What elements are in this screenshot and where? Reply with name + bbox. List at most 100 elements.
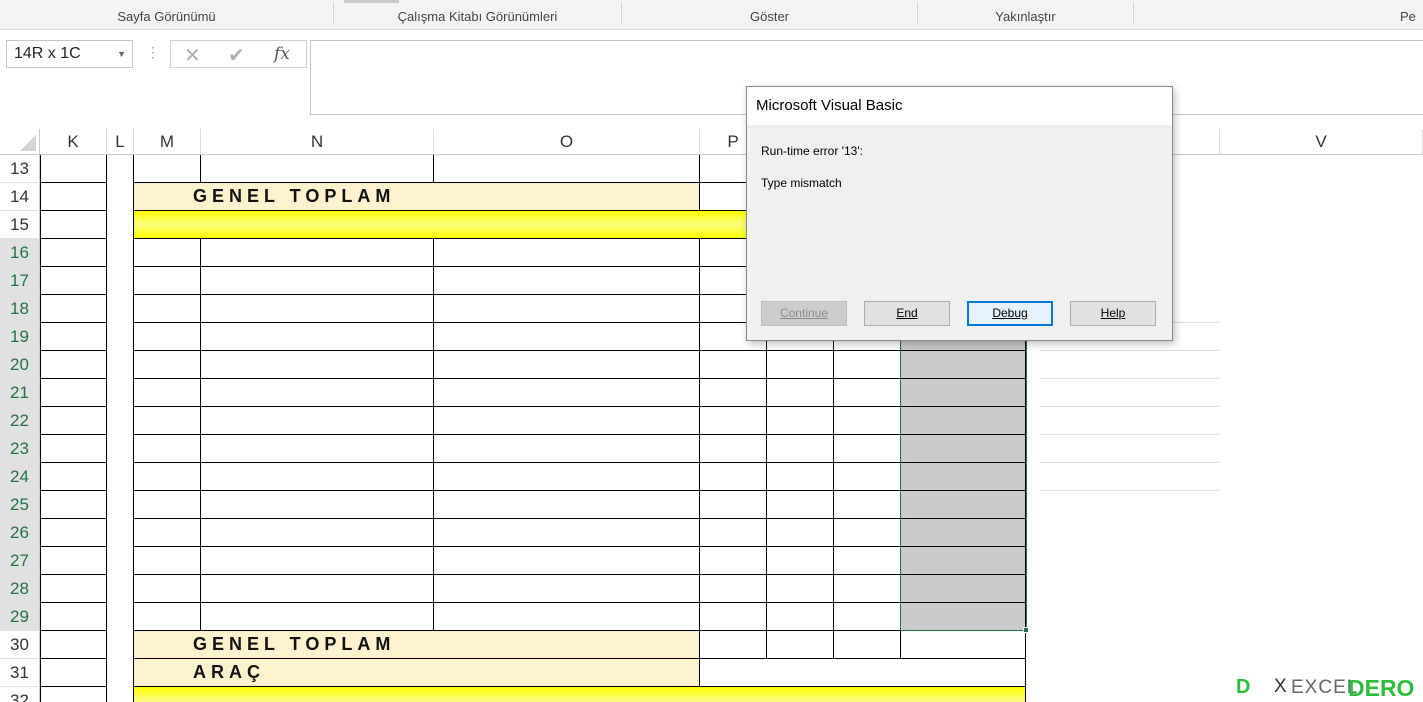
row-header-22[interactable]: 22 [0, 407, 40, 435]
table-cell[interactable] [434, 267, 700, 295]
arac-cell[interactable]: ARAÇ [134, 659, 700, 687]
row-header-14[interactable]: 14 [0, 183, 40, 211]
table-cell[interactable] [434, 435, 700, 463]
row-header-32[interactable]: 32 [0, 687, 40, 702]
table-cell[interactable] [201, 351, 434, 379]
table-cell[interactable] [700, 379, 767, 407]
cell-p30[interactable] [700, 631, 767, 659]
table-cell[interactable] [767, 491, 834, 519]
row-header-29[interactable]: 29 [0, 603, 40, 631]
table-cell[interactable] [201, 323, 434, 351]
enter-icon[interactable]: ✔ [228, 43, 245, 68]
continue-button[interactable]: Continue [761, 301, 847, 326]
genel-toplam-footer-cell[interactable]: GENEL TOPLAM [134, 631, 700, 659]
table-cell[interactable] [767, 379, 834, 407]
cell-k23[interactable] [40, 435, 107, 463]
table-cell[interactable] [434, 547, 700, 575]
table-cell[interactable] [767, 435, 834, 463]
table-cell[interactable] [434, 519, 700, 547]
debug-button[interactable]: Debug [967, 301, 1053, 326]
cell-k20[interactable] [40, 351, 107, 379]
row-header-27[interactable]: 27 [0, 547, 40, 575]
cell-s30[interactable] [901, 631, 1026, 659]
table-cell[interactable] [201, 519, 434, 547]
cell-m13[interactable] [134, 155, 201, 183]
table-cell[interactable] [434, 351, 700, 379]
table-cell[interactable] [700, 407, 767, 435]
yellow-band-row-15[interactable] [134, 211, 767, 239]
table-cell[interactable] [434, 295, 700, 323]
table-cell[interactable] [834, 463, 901, 491]
table-cell[interactable] [700, 547, 767, 575]
cell-k18[interactable] [40, 295, 107, 323]
column-header-l[interactable]: L [107, 129, 134, 155]
table-cell[interactable] [201, 407, 434, 435]
cell-k27[interactable] [40, 547, 107, 575]
select-all-corner[interactable] [0, 129, 40, 155]
row-header-19[interactable]: 19 [0, 323, 40, 351]
table-cell[interactable] [700, 575, 767, 603]
table-cell[interactable] [134, 323, 201, 351]
genel-toplam-header-cell[interactable]: GENEL TOPLAM [134, 183, 700, 211]
column-header-v[interactable]: V [1220, 129, 1423, 155]
table-cell[interactable] [134, 547, 201, 575]
row-header-23[interactable]: 23 [0, 435, 40, 463]
table-cell[interactable] [134, 603, 201, 631]
table-cell[interactable] [134, 351, 201, 379]
row-header-31[interactable]: 31 [0, 659, 40, 687]
cell-k30[interactable] [40, 631, 107, 659]
table-cell[interactable] [834, 435, 901, 463]
cell-p31-merged[interactable] [700, 659, 1026, 687]
table-cell[interactable] [767, 575, 834, 603]
cell-k21[interactable] [40, 379, 107, 407]
row-header-16[interactable]: 16 [0, 239, 40, 267]
table-cell[interactable] [134, 519, 201, 547]
insert-function-icon[interactable]: fx [274, 44, 290, 64]
row-header-17[interactable]: 17 [0, 267, 40, 295]
help-button[interactable]: Help [1070, 301, 1156, 326]
table-cell[interactable] [134, 463, 201, 491]
table-cell[interactable] [767, 463, 834, 491]
cell-k29[interactable] [40, 603, 107, 631]
row-header-25[interactable]: 25 [0, 491, 40, 519]
table-cell[interactable] [767, 547, 834, 575]
cell-q30[interactable] [767, 631, 834, 659]
table-cell[interactable] [201, 491, 434, 519]
worksheet-grid[interactable]: K L M N O P V 13 14 15 16 17 18 19 20 21… [0, 129, 1423, 702]
table-cell[interactable] [201, 379, 434, 407]
table-cell[interactable] [434, 491, 700, 519]
cell-k24[interactable] [40, 463, 107, 491]
table-cell[interactable] [434, 575, 700, 603]
table-cell[interactable] [767, 519, 834, 547]
table-cell[interactable] [201, 603, 434, 631]
fill-handle[interactable] [1023, 627, 1029, 633]
table-cell[interactable] [834, 519, 901, 547]
cell-n13[interactable] [201, 155, 434, 183]
table-cell[interactable] [834, 491, 901, 519]
cell-k25[interactable] [40, 491, 107, 519]
yellow-band-row-32[interactable] [134, 687, 1026, 702]
cell-k19[interactable] [40, 323, 107, 351]
cell-k22[interactable] [40, 407, 107, 435]
row-header-24[interactable]: 24 [0, 463, 40, 491]
cancel-icon[interactable]: ✕ [184, 43, 201, 68]
cell-k31[interactable] [40, 659, 107, 687]
row-header-13[interactable]: 13 [0, 155, 40, 183]
table-cell[interactable] [134, 435, 201, 463]
table-cell[interactable] [201, 295, 434, 323]
table-cell[interactable] [201, 267, 434, 295]
cell-k15[interactable] [40, 211, 107, 239]
cell-k26[interactable] [40, 519, 107, 547]
table-cell[interactable] [134, 575, 201, 603]
column-header-k[interactable]: K [40, 129, 107, 155]
column-header-o[interactable]: O [434, 129, 700, 155]
table-cell[interactable] [201, 463, 434, 491]
table-cell[interactable] [434, 379, 700, 407]
table-cell[interactable] [700, 463, 767, 491]
table-cell[interactable] [201, 547, 434, 575]
cell-k16[interactable] [40, 239, 107, 267]
table-cell[interactable] [834, 379, 901, 407]
table-cell[interactable] [201, 239, 434, 267]
table-cell[interactable] [834, 603, 901, 631]
row-header-21[interactable]: 21 [0, 379, 40, 407]
